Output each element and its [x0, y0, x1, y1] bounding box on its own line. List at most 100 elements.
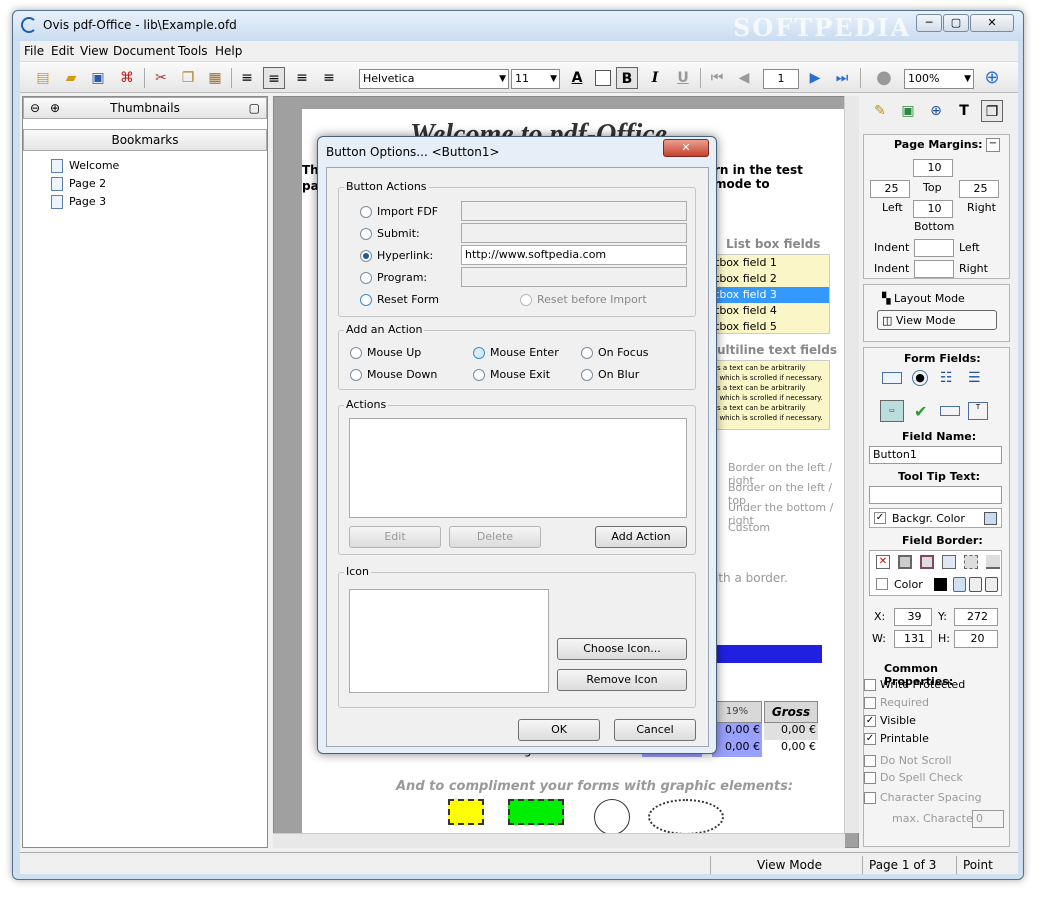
- text-color-button[interactable]: A: [566, 67, 588, 89]
- submit-input[interactable]: [461, 223, 687, 243]
- password-field-icon[interactable]: [940, 406, 960, 416]
- collapse-icon[interactable]: ⊖: [30, 98, 40, 118]
- property-checkbox[interactable]: [864, 792, 876, 804]
- submit-radio[interactable]: [360, 228, 372, 240]
- view-mode-button[interactable]: ◫ View Mode: [877, 310, 997, 330]
- border-color-swatch[interactable]: [934, 578, 947, 591]
- expand-icon[interactable]: ⊕: [50, 98, 60, 118]
- dashed-border-icon[interactable]: [964, 555, 978, 569]
- program-input[interactable]: [461, 267, 687, 287]
- property-checkbox[interactable]: [864, 679, 876, 691]
- bold-button[interactable]: B: [616, 67, 638, 89]
- pdf-export-icon[interactable]: ⌘: [116, 67, 138, 89]
- program-radio[interactable]: [360, 272, 372, 284]
- backgr-checkbox[interactable]: ✓: [874, 512, 886, 524]
- field-name-input[interactable]: Button1: [869, 446, 1002, 464]
- align-right-icon[interactable]: ≡: [291, 67, 313, 89]
- prev-page-icon[interactable]: ◀: [733, 67, 755, 89]
- italic-button[interactable]: I: [644, 67, 666, 89]
- menu-help[interactable]: Help: [215, 44, 242, 58]
- align-justify-icon[interactable]: ≡: [318, 67, 340, 89]
- solid-border-icon[interactable]: [898, 555, 912, 569]
- close-button[interactable]: ✕: [970, 14, 1014, 32]
- font-size-select[interactable]: 11 ▼: [511, 69, 560, 89]
- background-color-swatch[interactable]: [984, 512, 997, 525]
- reset-form-radio[interactable]: [360, 294, 372, 306]
- bookmark-item[interactable]: Welcome: [51, 158, 119, 174]
- property-checkbox[interactable]: [864, 755, 876, 767]
- property-checkbox[interactable]: [864, 697, 876, 709]
- multiline-field-icon[interactable]: T: [968, 402, 988, 420]
- combo-field-icon[interactable]: ☰: [968, 370, 981, 386]
- list-field-icon[interactable]: ☷: [940, 370, 953, 386]
- mouse-up-radio[interactable]: [350, 347, 362, 359]
- target-tool-icon[interactable]: ⊕: [925, 100, 947, 122]
- menu-view[interactable]: View: [80, 44, 108, 58]
- edit-tool-icon[interactable]: ✎: [869, 100, 891, 122]
- vertical-scrollbar[interactable]: [844, 96, 859, 833]
- indent-left-input[interactable]: [914, 239, 954, 257]
- paste-icon[interactable]: ▦: [204, 67, 226, 89]
- indent-right-input[interactable]: [914, 260, 954, 278]
- button-field-icon[interactable]: ▭: [880, 400, 904, 422]
- property-checkbox[interactable]: [864, 772, 876, 784]
- property-checkbox[interactable]: ✓: [864, 715, 876, 727]
- ok-button[interactable]: OK: [518, 719, 600, 741]
- reset-before-import-radio[interactable]: [520, 294, 532, 306]
- panel-toggle-icon[interactable]: ▢: [249, 98, 260, 118]
- maximize-button[interactable]: ▢: [943, 14, 969, 32]
- border-thick-icon[interactable]: [985, 577, 998, 592]
- hyperlink-input[interactable]: http://www.softpedia.com: [461, 245, 687, 265]
- dialog-close-button[interactable]: ✕: [663, 139, 709, 157]
- on-blur-radio[interactable]: [581, 369, 593, 381]
- w-input[interactable]: 131: [894, 630, 932, 648]
- menu-tools[interactable]: Tools: [178, 44, 208, 58]
- y-input[interactable]: 272: [954, 608, 998, 626]
- listbox-option[interactable]: tbox field 1: [713, 255, 829, 271]
- listbox-option[interactable]: tbox field 3: [713, 287, 829, 303]
- hyperlink-radio[interactable]: [360, 250, 372, 262]
- border-thin-icon[interactable]: [953, 577, 966, 592]
- save-icon[interactable]: ▣: [87, 67, 109, 89]
- image-tool-icon[interactable]: ▣: [897, 100, 919, 122]
- import-fdf-input[interactable]: [461, 201, 687, 221]
- margin-left-input[interactable]: 25: [870, 180, 910, 198]
- thumbnails-header[interactable]: ⊖ ⊕ Thumbnails ▢: [23, 97, 267, 119]
- zoom-select[interactable]: 100% ▼: [904, 69, 974, 89]
- bookmark-item[interactable]: Page 2: [51, 176, 106, 192]
- new-icon[interactable]: ▤: [32, 67, 54, 89]
- inset-border-icon[interactable]: [942, 555, 956, 569]
- mouse-down-radio[interactable]: [350, 369, 362, 381]
- tooltip-input[interactable]: [869, 486, 1002, 504]
- text-tool-icon[interactable]: T: [953, 100, 975, 122]
- add-action-button[interactable]: Add Action: [595, 526, 687, 548]
- copy-icon[interactable]: ❐: [177, 67, 199, 89]
- listbox-option[interactable]: tbox field 4: [713, 303, 829, 319]
- listbox-option[interactable]: tbox field 5: [713, 319, 829, 335]
- text-field-icon[interactable]: [882, 372, 902, 384]
- underline-border-icon[interactable]: [986, 555, 1000, 569]
- last-page-icon[interactable]: ⏭: [831, 67, 853, 89]
- page-number-input[interactable]: 1: [763, 69, 799, 89]
- zoom-in-icon[interactable]: ⊕: [981, 67, 1003, 89]
- actions-list[interactable]: [349, 418, 687, 518]
- mouse-exit-radio[interactable]: [473, 369, 485, 381]
- property-checkbox[interactable]: ✓: [864, 733, 876, 745]
- open-folder-icon[interactable]: ▰: [60, 67, 82, 89]
- no-border-icon[interactable]: ✕: [876, 555, 890, 569]
- beveled-border-icon[interactable]: [920, 555, 934, 569]
- margin-top-input[interactable]: 10: [913, 159, 953, 177]
- align-center-icon[interactable]: ≡: [263, 67, 285, 89]
- menu-edit[interactable]: Edit: [51, 44, 74, 58]
- max-characters-input[interactable]: 0: [972, 810, 1004, 828]
- radio-field-icon[interactable]: ●: [912, 370, 928, 386]
- on-focus-radio[interactable]: [581, 347, 593, 359]
- listbox-option[interactable]: tbox field 2: [713, 271, 829, 287]
- edit-button[interactable]: Edit: [349, 526, 441, 548]
- align-left-icon[interactable]: ≡: [236, 67, 258, 89]
- zoom-out-icon[interactable]: ●: [873, 67, 895, 89]
- choose-icon-button[interactable]: Choose Icon...: [557, 638, 687, 660]
- bookmarks-header[interactable]: Bookmarks: [23, 129, 267, 151]
- listbox-field[interactable]: tbox field 1 tbox field 2 tbox field 3 t…: [712, 254, 830, 334]
- first-page-icon[interactable]: ⏮: [706, 67, 728, 89]
